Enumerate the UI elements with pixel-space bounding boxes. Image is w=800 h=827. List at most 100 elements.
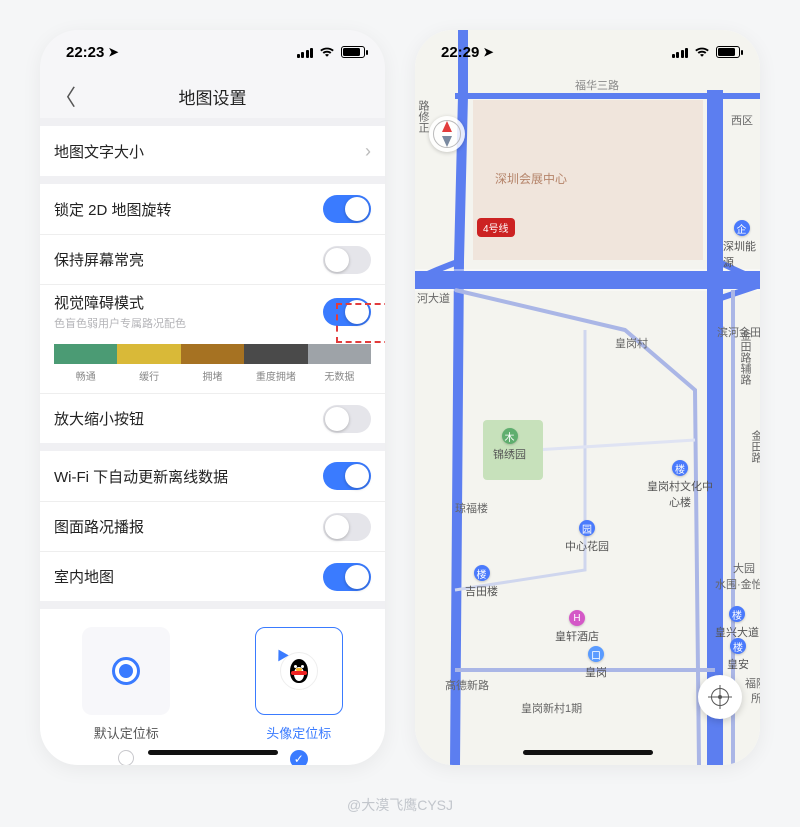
building-icon: 楼	[729, 606, 745, 622]
map-label: 福院	[745, 675, 760, 691]
toggle-keep-screen[interactable]	[323, 246, 371, 274]
poi-jitianlou[interactable]: 楼吉田楼	[465, 565, 498, 599]
row-lock-2d: 锁定 2D 地图旋转	[40, 184, 385, 234]
status-bar: 22:23 ➤	[40, 30, 385, 74]
poi-culture-center[interactable]: 楼皇岗村文化中心楼	[645, 460, 715, 510]
row-keep-screen: 保持屏幕常亮	[40, 234, 385, 284]
marker-label: 默认定位标	[94, 723, 159, 742]
map-canvas[interactable]: 4号线 福华三路 西区 深圳会展中心 河大道 滨河金田立 金田路辅路 金田路 路…	[415, 30, 760, 765]
poi-huangxing[interactable]: 楼皇兴大道	[715, 606, 759, 640]
poi-huangan[interactable]: 楼皇安	[727, 638, 749, 672]
row-label: 保持屏幕常亮	[54, 249, 144, 270]
row-label: 放大缩小按钮	[54, 408, 144, 429]
road-label: 高德新路	[445, 677, 489, 693]
building-icon: 园	[579, 520, 595, 536]
cell-signal-icon	[297, 47, 314, 58]
row-vision-mode: 视觉障碍模式 色盲色弱用户专属路况配色	[40, 284, 385, 338]
road-label: 路修正	[415, 100, 431, 133]
road-label: 金田路	[748, 430, 760, 463]
compass-button[interactable]	[429, 116, 465, 152]
status-bar: 22:29 ➤	[415, 30, 760, 74]
poi-jinxiuyuan[interactable]: 木锦绣园	[493, 428, 526, 462]
toggle-wifi-offline[interactable]	[323, 462, 371, 490]
park-icon: 木	[502, 428, 518, 444]
marker-label: 头像定位标	[266, 723, 331, 742]
row-indoor-map: 室内地图	[40, 551, 385, 601]
legend-seg-3	[244, 344, 307, 364]
status-time: 22:23	[66, 44, 104, 61]
watermark: @大漠飞鹰CYSJ	[347, 795, 453, 815]
toggle-traffic-voice[interactable]	[323, 513, 371, 541]
building-icon: 楼	[474, 565, 490, 581]
row-label: 图面路况播报	[54, 516, 144, 537]
poi-huanggang[interactable]: 口皇岗	[585, 646, 607, 680]
map-label: 所	[751, 690, 760, 706]
toggle-lock-2d[interactable]	[323, 195, 371, 223]
legend-label: 重度拥堵	[244, 368, 307, 383]
row-label: 地图文字大小	[54, 141, 144, 162]
map-label: 皇岗村	[615, 335, 648, 351]
status-time: 22:29	[441, 44, 479, 61]
page-title: 地图设置	[179, 84, 247, 109]
legend-seg-4	[308, 344, 371, 364]
location-services-icon: ➤	[108, 45, 118, 59]
battery-icon	[716, 46, 740, 58]
poi-huangxuan-hotel[interactable]: H皇轩酒店	[555, 610, 599, 644]
building-icon: 楼	[672, 460, 688, 476]
metro-line-badge: 4号线	[477, 218, 515, 237]
map-label: 皇岗新村1期	[521, 700, 582, 716]
building-icon: 企	[734, 220, 750, 236]
marker-card-avatar[interactable]: 头像定位标 ✓	[240, 627, 358, 765]
wifi-icon	[694, 46, 710, 58]
poi-center-garden[interactable]: 园中心花园	[565, 520, 609, 554]
radio-avatar[interactable]: ✓	[290, 750, 308, 765]
row-wifi-offline: Wi-Fi 下自动更新离线数据	[40, 451, 385, 501]
marker-card-default[interactable]: 默认定位标	[67, 627, 185, 765]
location-services-icon: ➤	[483, 45, 493, 59]
legend-seg-0	[54, 344, 117, 364]
legend-label: 无数据	[308, 368, 371, 383]
row-label: Wi-Fi 下自动更新离线数据	[54, 466, 228, 487]
map-label: 琼福楼	[455, 500, 488, 516]
road-label: 金田路辅路	[737, 330, 753, 385]
building-icon: 楼	[730, 638, 746, 654]
map-label: 大园	[733, 560, 755, 576]
legend-label: 缓行	[117, 368, 180, 383]
legend-label: 畅通	[54, 368, 117, 383]
road-label: 福华三路	[575, 77, 619, 93]
legend-seg-1	[117, 344, 180, 364]
chevron-right-icon: ›	[365, 141, 371, 162]
back-button[interactable]: 〈	[54, 80, 76, 112]
radio-default[interactable]	[118, 750, 134, 765]
row-zoom-buttons: 放大缩小按钮	[40, 393, 385, 443]
map-label: 深圳会展中心	[495, 170, 567, 187]
map-label: 西区	[731, 112, 753, 128]
row-label: 室内地图	[54, 566, 114, 587]
row-label: 锁定 2D 地图旋转	[54, 199, 172, 220]
toggle-indoor-map[interactable]	[323, 563, 371, 591]
traffic-legend: 畅通 缓行 拥堵 重度拥堵 无数据	[40, 338, 385, 393]
road-label: 河大道	[417, 290, 450, 306]
poi-shenzhen-energy[interactable]: 企深圳能源	[723, 220, 760, 270]
marker-style-section: 默认定位标 头像定位标 ✓	[40, 609, 385, 765]
locate-me-button[interactable]	[698, 675, 742, 719]
toggle-vision-mode[interactable]	[323, 298, 371, 326]
home-indicator	[148, 750, 278, 755]
port-icon: 口	[588, 646, 604, 662]
battery-icon	[341, 46, 365, 58]
hotel-icon: H	[569, 610, 585, 626]
nav-bar: 〈 地图设置	[40, 74, 385, 118]
map-label: 水围·金怡	[715, 576, 760, 592]
cell-signal-icon	[672, 47, 689, 58]
row-label: 视觉障碍模式	[54, 292, 186, 313]
home-indicator	[523, 750, 653, 755]
row-text-size[interactable]: 地图文字大小 ›	[40, 126, 385, 176]
row-sublabel: 色盲色弱用户专属路况配色	[54, 315, 186, 331]
legend-label: 拥堵	[181, 368, 244, 383]
toggle-zoom-buttons[interactable]	[323, 405, 371, 433]
map-screen: 4号线 福华三路 西区 深圳会展中心 河大道 滨河金田立 金田路辅路 金田路 路…	[415, 30, 760, 765]
wifi-icon	[319, 46, 335, 58]
row-traffic-voice: 图面路况播报	[40, 501, 385, 551]
penguin-avatar-icon	[287, 657, 311, 685]
locate-icon	[711, 688, 729, 706]
